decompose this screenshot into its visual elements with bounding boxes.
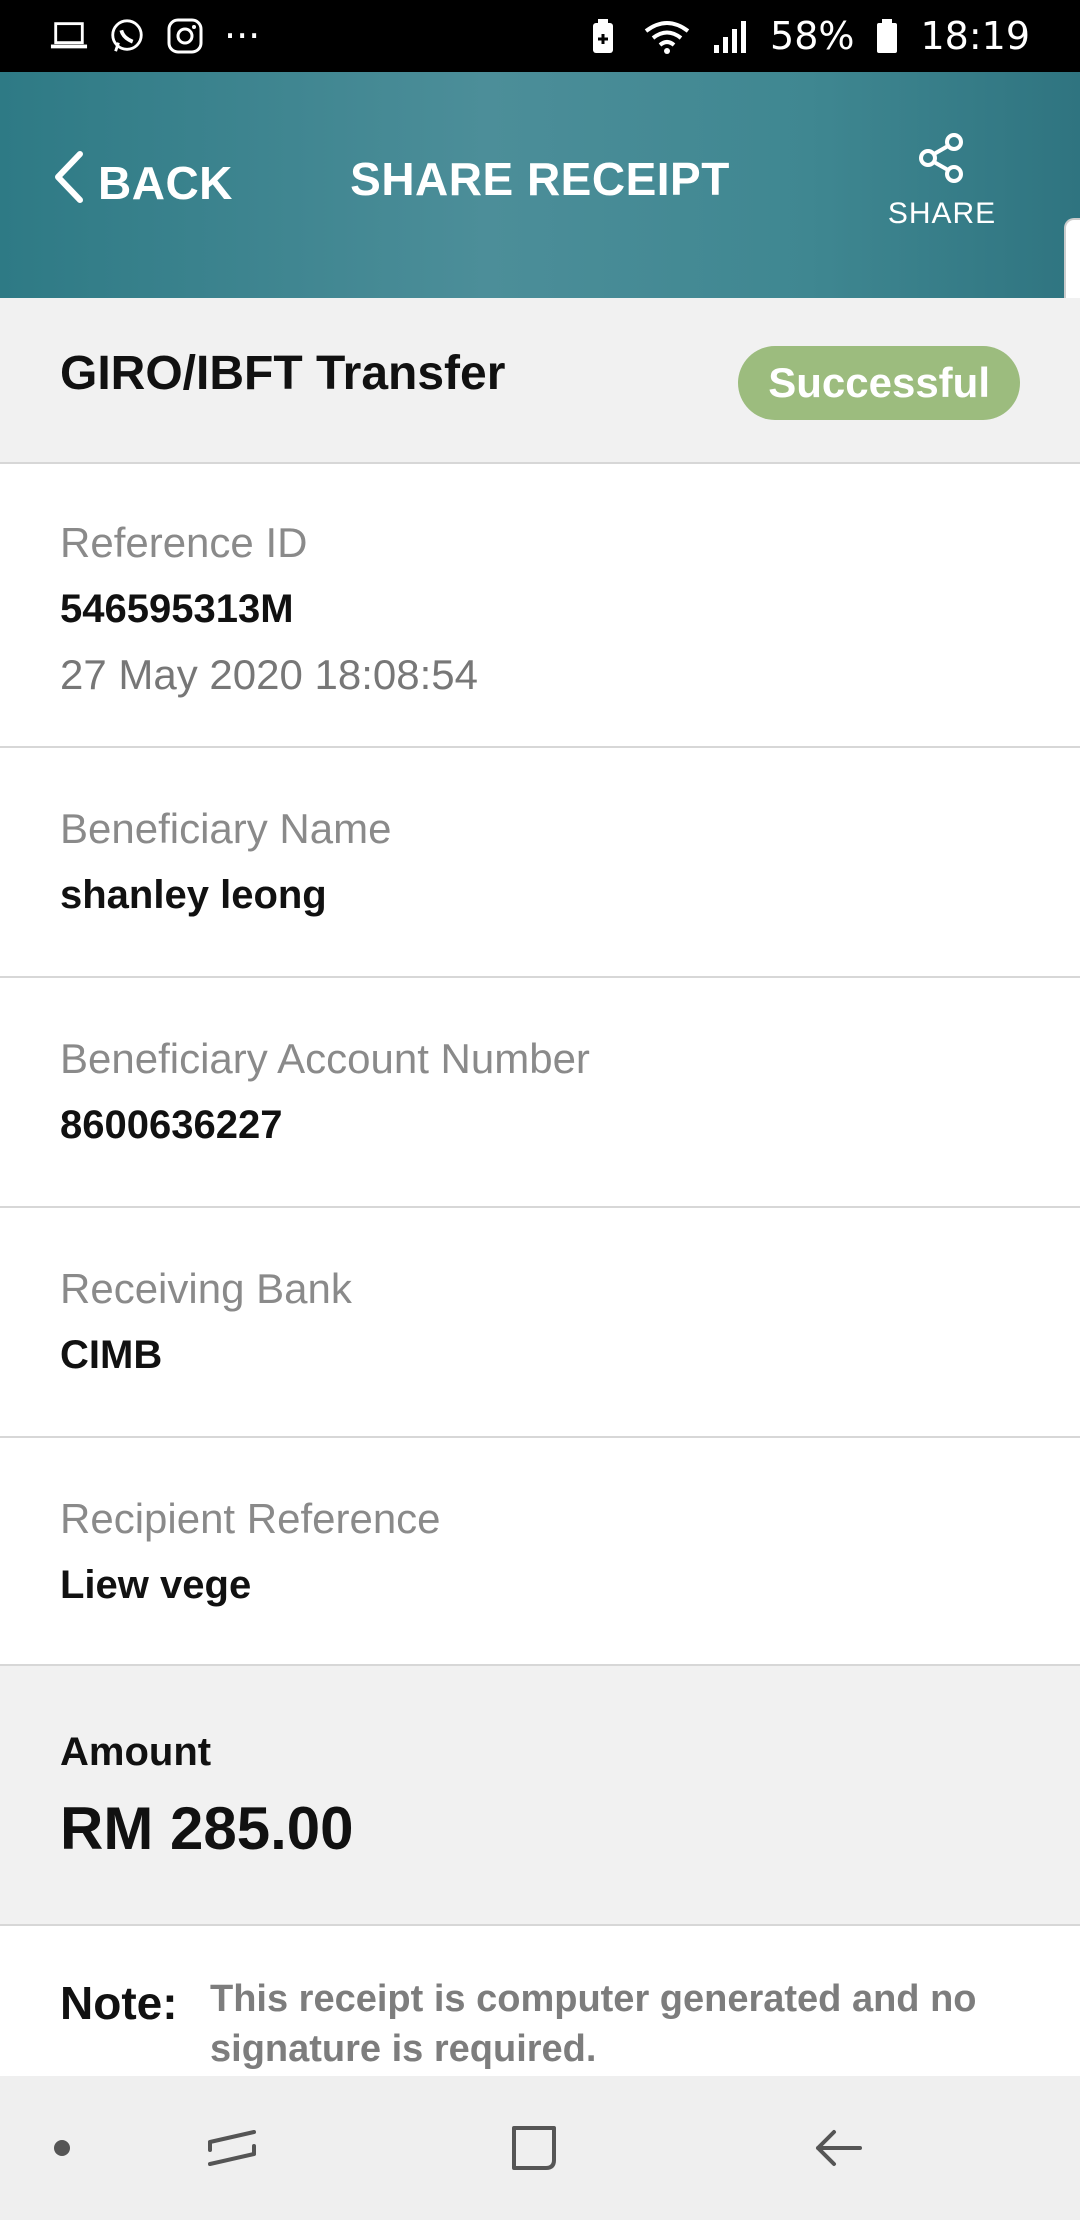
status-badge: Successful	[738, 346, 1020, 420]
transaction-summary: GIRO/IBFT Transfer Successful	[0, 298, 1080, 464]
beneficiary-account-row: Beneficiary Account Number 8600636227	[0, 978, 1080, 1208]
detail-value: 8600636227	[60, 1103, 283, 1147]
transaction-type: GIRO/IBFT Transfer	[60, 347, 506, 400]
back-nav-icon[interactable]	[806, 2116, 870, 2180]
amount-section: Amount RM 285.00	[0, 1666, 1080, 1926]
detail-label: Beneficiary Name	[60, 805, 392, 852]
laptop-icon	[50, 17, 88, 55]
share-button[interactable]: SHARE	[882, 132, 1002, 231]
amount-label: Amount	[60, 1730, 212, 1774]
wifi-icon	[642, 17, 692, 55]
amount-value: RM 285.00	[60, 1795, 354, 1862]
receiving-bank-row: Receiving Bank CIMB	[0, 1208, 1080, 1438]
detail-label: Beneficiary Account Number	[60, 1035, 590, 1082]
app-header: BACK SHARE RECEIPT SHARE	[0, 72, 1080, 298]
note-section: Note: This receipt is computer generated…	[0, 1926, 1080, 2076]
detail-value: shanley leong	[60, 873, 327, 917]
detail-label: Receiving Bank	[60, 1265, 352, 1312]
battery-saver-icon	[584, 17, 622, 55]
status-bar-notifications: ···	[50, 14, 260, 58]
detail-value: Liew vege	[60, 1563, 252, 1607]
detail-value: 546595313M	[60, 587, 294, 631]
home-icon[interactable]	[502, 2116, 566, 2180]
recent-apps-icon[interactable]	[200, 2116, 264, 2180]
detail-label: Reference ID	[60, 519, 308, 566]
detail-label: Recipient Reference	[60, 1495, 441, 1542]
detail-value: CIMB	[60, 1333, 163, 1377]
navigation-bar	[0, 2076, 1080, 2220]
signal-icon	[712, 17, 750, 55]
recipient-reference-row: Recipient Reference Liew vege	[0, 1438, 1080, 1666]
instagram-icon	[166, 17, 204, 55]
clock: 18:19	[920, 14, 1030, 58]
whatsapp-icon	[108, 17, 146, 55]
beneficiary-name-row: Beneficiary Name shanley leong	[0, 748, 1080, 978]
status-bar: ··· 58% 18:19	[0, 0, 1080, 72]
note-label: Note:	[60, 1977, 178, 2029]
battery-percent: 58%	[770, 14, 855, 58]
share-icon	[916, 132, 968, 189]
more-notifications-icon: ···	[224, 14, 261, 58]
transaction-datetime: 27 May 2020 18:08:54	[60, 651, 478, 698]
status-bar-system: 58% 18:19	[584, 14, 1030, 58]
battery-icon	[874, 17, 900, 55]
note-text: This receipt is computer generated and n…	[210, 1978, 977, 2070]
reference-id-row: Reference ID 546595313M 27 May 2020 18:0…	[0, 464, 1080, 748]
nav-dot-icon[interactable]	[30, 2116, 94, 2180]
share-label: SHARE	[887, 197, 997, 230]
